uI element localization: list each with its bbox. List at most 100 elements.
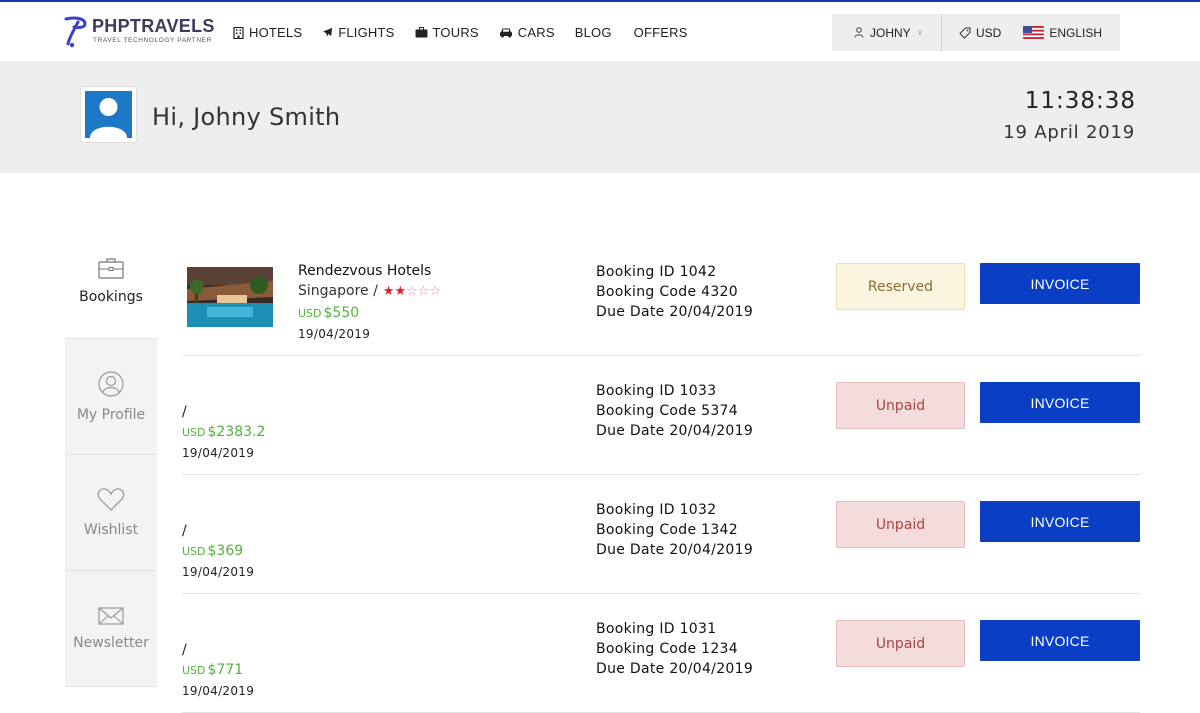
nav-flights[interactable]: FLIGHTS: [322, 25, 394, 40]
chevron-down-icon: ∨: [916, 27, 924, 37]
booking-row: / USD $2383.2 19/04/2019 Booking ID 1033 …: [182, 356, 1140, 475]
location-text: Singapore /: [298, 283, 378, 299]
price-currency: USD: [182, 426, 206, 439]
booking-info: Booking ID 1042 Booking Code 4320 Due Da…: [596, 262, 753, 322]
booking-code: Booking Code 1342: [596, 522, 738, 538]
booking-price: USD $369: [182, 543, 243, 559]
envelope-icon: [98, 606, 124, 625]
nav-flights-label: FLIGHTS: [338, 25, 395, 40]
briefcase-icon: [98, 257, 124, 279]
us-flag-icon: [1023, 26, 1045, 39]
booking-price: USD $771: [182, 662, 243, 678]
booking-date: 19/04/2019: [298, 327, 371, 341]
nav-offers-label: OFFERS: [633, 25, 688, 40]
booking-info: Booking ID 1031 Booking Code 1234 Due Da…: [596, 619, 753, 679]
price-amount: $550: [323, 305, 360, 321]
tab-newsletter-label: Newsletter: [73, 634, 149, 651]
currency-selector[interactable]: USD: [959, 26, 1001, 40]
invoice-button[interactable]: INVOICE: [980, 263, 1140, 304]
tab-wishlist[interactable]: Wishlist: [65, 455, 157, 571]
nav-tours-label: TOURS: [432, 25, 479, 40]
nav-blog-label: BLOG: [574, 25, 612, 40]
user-name: JOHNY: [870, 25, 911, 40]
suitcase-icon: [415, 27, 428, 38]
tab-newsletter[interactable]: Newsletter: [65, 571, 157, 687]
location-text: /: [182, 642, 187, 658]
price-amount: $771: [207, 662, 244, 678]
star-filled-icon: ★: [394, 283, 407, 299]
status-badge: Reserved: [836, 263, 965, 310]
user-icon: [854, 27, 864, 38]
hotel-name[interactable]: Rendezvous Hotels: [298, 263, 431, 279]
user-silhouette-icon: [85, 91, 132, 138]
building-icon: [233, 26, 244, 39]
booking-price: USD $550: [298, 305, 359, 321]
language-selector[interactable]: ENGLISH: [1023, 26, 1102, 40]
logo-mark-icon: [64, 16, 87, 48]
nav-blog[interactable]: BLOG: [575, 25, 612, 40]
nav-offers[interactable]: OFFERS: [634, 25, 688, 40]
price-amount: $2383.2: [207, 424, 266, 440]
star-rating: ★★☆☆☆: [383, 284, 441, 299]
status-badge: Unpaid: [836, 620, 965, 667]
booking-date: 19/04/2019: [182, 684, 255, 698]
booking-row: / USD $369 19/04/2019 Booking ID 1032 Boo…: [182, 475, 1140, 594]
location-text: /: [182, 523, 187, 539]
booking-id: Booking ID 1031: [596, 621, 717, 637]
price-amount: $369: [207, 543, 244, 559]
star-filled-icon: ★: [382, 283, 395, 299]
booking-price: USD $2383.2: [182, 424, 265, 440]
invoice-button[interactable]: INVOICE: [980, 620, 1140, 661]
due-date: Due Date 20/04/2019: [596, 304, 754, 320]
location-text: /: [182, 404, 187, 420]
brand-logo[interactable]: PHPTRAVELS TRAVEL TECHNOLOGY PARTNER: [63, 16, 215, 48]
due-date: Due Date 20/04/2019: [596, 661, 754, 677]
nav-cars[interactable]: CARS: [499, 25, 555, 40]
booking-info: Booking ID 1032 Booking Code 1342 Due Da…: [596, 500, 753, 560]
star-empty-icon: ☆: [417, 283, 430, 299]
tab-bookings[interactable]: Bookings: [65, 223, 157, 339]
currency-label: USD: [976, 25, 1002, 40]
nav-hotels-label: HOTELS: [249, 25, 303, 40]
greeting-banner: Hi, Johny Smith 11:38:38 19 April 2019: [0, 61, 1200, 173]
user-dropdown[interactable]: JOHNY ∨: [832, 14, 942, 51]
brand-title: PHPTRAVELS: [92, 16, 215, 36]
tab-bookings-label: Bookings: [79, 288, 143, 305]
account-bar: JOHNY ∨ USD ENGLISH: [832, 14, 1120, 51]
nav-hotels[interactable]: HOTELS: [233, 25, 302, 40]
top-navbar: PHPTRAVELS TRAVEL TECHNOLOGY PARTNER HOT…: [0, 0, 1200, 61]
booking-id: Booking ID 1042: [596, 264, 717, 280]
clock-date: 19 April 2019: [1003, 122, 1135, 143]
avatar: [80, 86, 137, 143]
plane-icon: [323, 27, 333, 37]
nav-tours[interactable]: TOURS: [415, 25, 479, 40]
price-currency: USD: [182, 664, 206, 677]
tab-my-profile[interactable]: My Profile: [65, 339, 157, 455]
invoice-button[interactable]: INVOICE: [980, 501, 1140, 542]
car-icon: [499, 28, 512, 38]
price-currency: USD: [298, 307, 322, 320]
status-badge: Unpaid: [836, 501, 965, 548]
hotel-thumbnail[interactable]: [187, 267, 273, 327]
booking-info: Booking ID 1033 Booking Code 5374 Due Da…: [596, 381, 753, 441]
booking-code: Booking Code 4320: [596, 284, 738, 300]
booking-date: 19/04/2019: [182, 446, 255, 460]
star-empty-icon: ☆: [429, 283, 442, 299]
booking-code: Booking Code 1234: [596, 641, 738, 657]
booking-id: Booking ID 1032: [596, 502, 717, 518]
booking-row: / USD $771 19/04/2019 Booking ID 1031 Boo…: [182, 594, 1140, 713]
brand-subtitle: TRAVEL TECHNOLOGY PARTNER: [93, 37, 212, 44]
heart-icon: [97, 487, 125, 511]
price-currency: USD: [182, 545, 206, 558]
greeting-text: Hi, Johny Smith: [152, 103, 341, 131]
booking-date: 19/04/2019: [182, 565, 255, 579]
tab-my-profile-label: My Profile: [76, 406, 146, 423]
account-sidebar: Bookings My Profile Wishlist Newsletter: [65, 223, 157, 687]
tab-wishlist-label: Wishlist: [83, 521, 139, 538]
user-icon: [98, 370, 124, 397]
invoice-button[interactable]: INVOICE: [980, 382, 1140, 423]
due-date: Due Date 20/04/2019: [596, 423, 754, 439]
clock-time: 11:38:38: [1024, 88, 1136, 114]
star-empty-icon: ☆: [406, 283, 418, 299]
language-label: ENGLISH: [1049, 25, 1103, 40]
